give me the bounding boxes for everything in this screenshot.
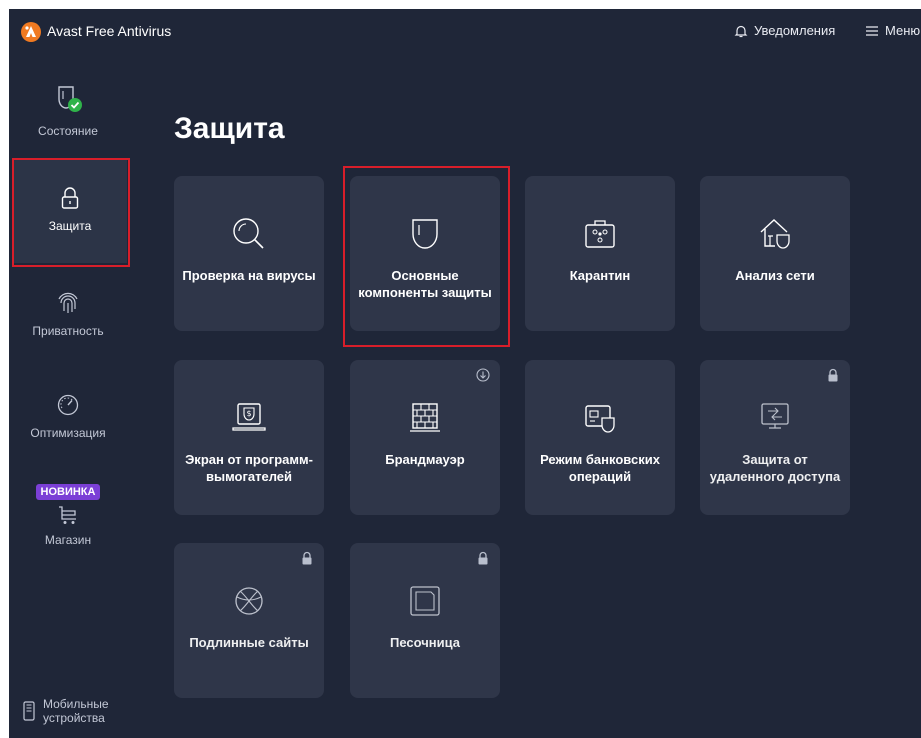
monitor-arrows-icon: [755, 398, 795, 438]
lock-icon: [300, 551, 314, 565]
sidebar-item-label: Защита: [48, 219, 92, 233]
card-label: Песочница: [389, 635, 461, 650]
mobile-label-line1: Мобильные: [43, 697, 109, 711]
card-firewall[interactable]: Брандмауэр: [350, 360, 500, 515]
app-title: Avast Free Antivirus: [47, 23, 172, 39]
notifications-label: Уведомления: [754, 23, 836, 38]
bell-icon: [734, 25, 748, 37]
lock-icon: [476, 551, 490, 565]
card-label: Подлинные сайты: [189, 635, 309, 650]
sidebar-item-status[interactable]: Состояние: [9, 83, 127, 138]
menu-label: Меню: [885, 23, 921, 38]
shield-check-icon: [9, 83, 127, 118]
new-badge: НОВИНКА: [35, 484, 101, 500]
laptop-dollar-icon: $: [229, 398, 269, 438]
card-label: Проверка на вирусы: [182, 268, 316, 283]
menu-button[interactable]: Меню: [865, 23, 920, 38]
sidebar-item-label: Приватность: [32, 324, 104, 338]
bank-card-shield-icon: [580, 398, 620, 438]
svg-text:$: $: [246, 409, 251, 418]
sidebar-item-shop[interactable]: НОВИНКА Магазин: [9, 484, 127, 547]
house-shield-icon: [755, 214, 795, 254]
sidebar-item-privacy[interactable]: Приватность: [9, 291, 127, 338]
mobile-devices-link[interactable]: Мобильные устройства: [23, 697, 109, 725]
card-virus-scan[interactable]: Проверка на вирусы: [174, 176, 324, 331]
mobile-label-line2: устройства: [43, 711, 105, 725]
card-sandbox[interactable]: Песочница: [350, 543, 500, 698]
sidebar-item-label: Оптимизация: [30, 426, 106, 440]
sidebar-item-optimization[interactable]: Оптимизация: [9, 393, 127, 440]
title-bar: Avast Free Antivirus Уведомления Меню: [9, 9, 921, 55]
card-label: Режим банковских операций: [540, 452, 660, 484]
magnifier-icon: [229, 214, 269, 254]
card-label: Защита от удаленного доступа: [709, 452, 841, 484]
card-remote-access-shield[interactable]: Защита от удаленного доступа: [700, 360, 850, 515]
card-label: Основные компоненты защиты: [358, 268, 492, 300]
sidebar-item-protection[interactable]: Защита: [13, 160, 127, 263]
card-ransomware-shield[interactable]: $ Экран от программ-вымогателей: [174, 360, 324, 515]
quarantine-case-icon: [580, 214, 620, 254]
fingerprint-icon: [9, 291, 127, 318]
card-core-shields[interactable]: Основные компоненты защиты: [350, 176, 500, 331]
card-network-inspector[interactable]: Анализ сети: [700, 176, 850, 331]
sidebar-item-label: Состояние: [38, 124, 98, 138]
shield-icon: [405, 214, 445, 254]
avast-logo-icon: [21, 22, 41, 42]
speedometer-icon: [9, 393, 127, 420]
lock-icon: [826, 368, 840, 382]
card-real-site[interactable]: Подлинные сайты: [174, 543, 324, 698]
page-title: Защита: [174, 112, 285, 145]
app-window: Avast Free Antivirus Уведомления Меню Со…: [9, 9, 921, 738]
hamburger-icon: [866, 25, 878, 36]
card-label: Экран от программ-вымогателей: [185, 452, 313, 484]
card-quarantine[interactable]: Карантин: [525, 176, 675, 331]
phone-icon: [23, 701, 35, 721]
globe-icon: [229, 581, 269, 621]
cart-icon: [9, 504, 127, 529]
brick-wall-icon: [405, 398, 445, 438]
sidebar-item-label: Магазин: [44, 533, 92, 547]
sandbox-icon: [405, 581, 445, 621]
lock-icon: [13, 186, 127, 213]
card-label: Брандмауэр: [385, 452, 465, 467]
card-label: Карантин: [569, 268, 631, 283]
download-icon: [476, 368, 490, 382]
card-label: Анализ сети: [735, 268, 815, 283]
card-bank-mode[interactable]: Режим банковских операций: [525, 360, 675, 515]
notifications-button[interactable]: Уведомления: [734, 23, 835, 38]
